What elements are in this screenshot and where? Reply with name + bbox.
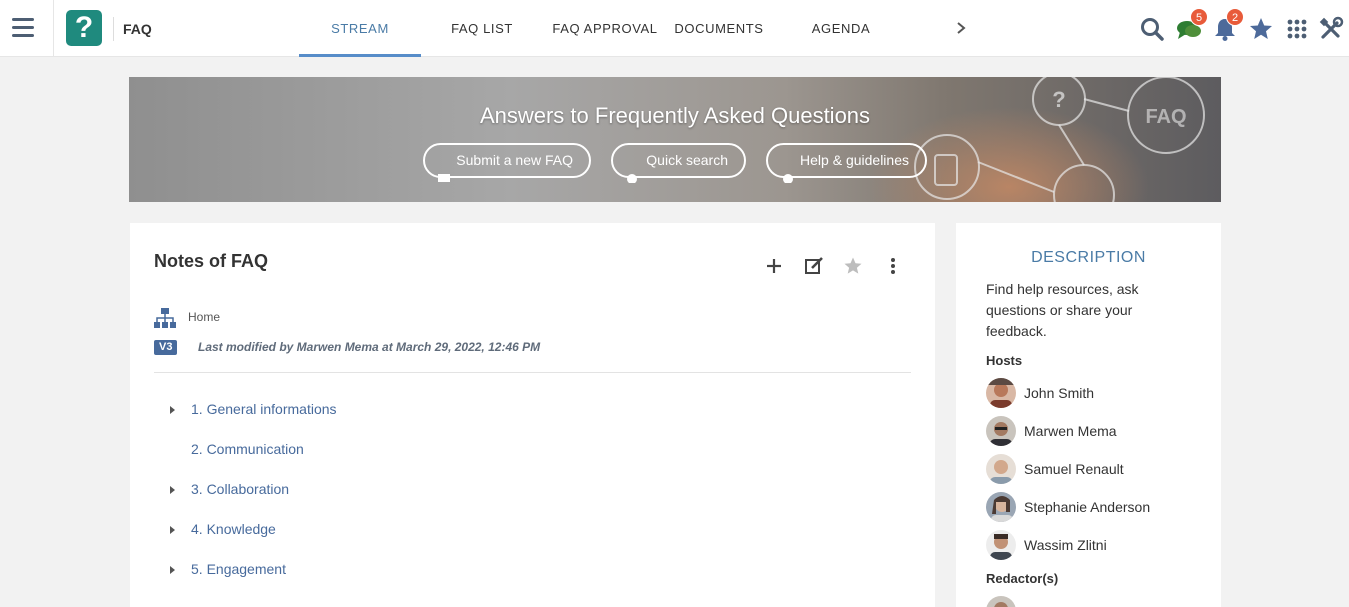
note-item-label[interactable]: 4. Knowledge (191, 521, 276, 537)
search-icon (627, 174, 637, 183)
divider (113, 17, 114, 41)
notifications-badge: 2 (1226, 8, 1244, 26)
submit-faq-button[interactable]: Submit a new FAQ (423, 143, 591, 182)
edit-icon[interactable] (804, 256, 824, 276)
sitemap-icon (154, 308, 176, 328)
star-icon[interactable] (1248, 16, 1274, 42)
notes-panel: Notes of FAQ Home V3 Last modified by Ma… (130, 223, 935, 607)
star-icon[interactable] (843, 256, 863, 276)
add-icon[interactable] (764, 256, 784, 276)
avatar (986, 530, 1016, 560)
tab-stream[interactable]: STREAM (299, 0, 421, 57)
breadcrumb[interactable]: Home (188, 310, 220, 324)
quick-search-button[interactable]: Quick search (611, 143, 746, 183)
chat-button[interactable]: 5 (1176, 8, 1208, 42)
grid-icon[interactable] (1284, 16, 1310, 42)
caret-right-icon[interactable] (170, 526, 175, 534)
tab-faq-list[interactable]: FAQ LIST (421, 0, 543, 57)
hamburger-icon[interactable] (12, 18, 34, 38)
tab-faq-approval[interactable]: FAQ APPROVAL (543, 0, 667, 57)
caret-right-icon[interactable] (170, 406, 175, 414)
tools-icon[interactable] (1318, 16, 1344, 42)
chevron-right-icon[interactable] (952, 18, 970, 38)
host-name[interactable]: Samuel Renault (1024, 461, 1124, 477)
tab-documents[interactable]: DOCUMENTS (667, 0, 771, 57)
space-name: FAQ (123, 21, 152, 37)
space-tabs: STREAM FAQ LIST FAQ APPROVAL DOCUMENTS A… (299, 0, 911, 57)
note-item-label[interactable]: 2. Communication (191, 441, 304, 457)
submit-faq-label: Submit a new FAQ (456, 152, 573, 168)
banner-title: Answers to Frequently Asked Questions (479, 103, 871, 128)
help-icon (783, 174, 793, 183)
top-navigation-bar: ? FAQ STREAM FAQ LIST FAQ APPROVAL DOCUM… (0, 0, 1349, 57)
notifications-button[interactable]: 2 (1212, 8, 1244, 42)
host-name[interactable]: John Smith (1024, 385, 1094, 401)
faq-banner: ? FAQ Answers to Frequently Asked Questi… (129, 77, 1221, 202)
avatar (986, 378, 1016, 408)
note-item-label[interactable]: 1. General informations (191, 401, 337, 417)
divider (53, 0, 54, 57)
host-name[interactable]: Marwen Mema (1024, 423, 1117, 439)
note-item-label[interactable]: 5. Engagement (191, 561, 286, 577)
avatar (986, 454, 1016, 484)
description-panel: DESCRIPTION Find help resources, ask que… (956, 223, 1221, 607)
quick-search-label: Quick search (646, 152, 728, 168)
description-title: DESCRIPTION (1031, 249, 1146, 266)
version-badge: V3 (154, 340, 178, 355)
note-item-label[interactable]: 3. Collaboration (191, 481, 289, 497)
avatar (986, 492, 1016, 522)
banner-illustration: ? FAQ (869, 77, 1205, 202)
faq-space-logo[interactable]: ? (66, 10, 102, 46)
more-options-icon[interactable] (883, 256, 903, 276)
document-icon (438, 174, 450, 182)
last-modified-info: Last modified by Marwen Mema at March 29… (198, 340, 541, 354)
search-icon[interactable] (1139, 16, 1165, 42)
notes-title: Notes of FAQ (154, 251, 269, 271)
host-name[interactable]: Stephanie Anderson (1024, 499, 1150, 515)
tab-agenda[interactable]: AGENDA (771, 0, 911, 57)
description-text: Find help resources, ask questions or sh… (986, 281, 1139, 339)
avatar (986, 416, 1016, 446)
caret-right-icon[interactable] (170, 486, 175, 494)
host-name[interactable]: Wassim Zlitni (1024, 537, 1107, 553)
caret-right-icon[interactable] (170, 566, 175, 574)
hosts-heading: Hosts (986, 353, 1023, 368)
redactors-heading: Redactor(s) (986, 571, 1059, 586)
chat-badge: 5 (1190, 8, 1208, 26)
help-guidelines-button[interactable]: Help & guidelines (766, 143, 927, 183)
help-guidelines-label: Help & guidelines (800, 152, 909, 168)
avatar (986, 596, 1016, 607)
divider (154, 372, 911, 373)
